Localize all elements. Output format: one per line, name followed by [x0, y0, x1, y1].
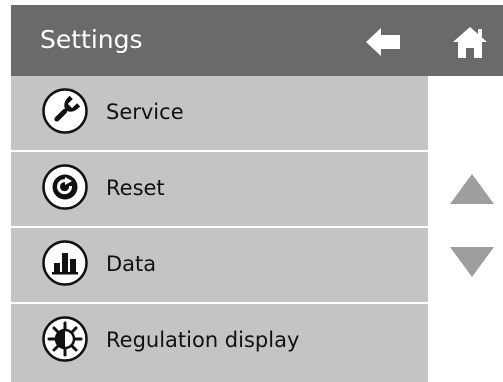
menu-item-service[interactable]: Service	[11, 76, 428, 152]
menu-item-regulation-display[interactable]: Regulation display	[11, 304, 428, 382]
header-bar: Settings	[11, 5, 503, 76]
page-title: Settings	[40, 25, 143, 54]
menu-item-label: Service	[106, 100, 184, 124]
triangle-down-icon	[450, 247, 494, 277]
home-icon	[453, 27, 487, 58]
menu-item-label: Regulation display	[106, 328, 300, 352]
back-button[interactable]	[363, 25, 403, 59]
scroll-down-button[interactable]	[449, 245, 495, 279]
reset-icon	[42, 164, 88, 210]
menu-item-label: Data	[106, 252, 157, 276]
menu-item-data[interactable]: Data	[11, 228, 428, 304]
home-button[interactable]	[450, 25, 490, 59]
arrow-left-icon	[366, 28, 400, 56]
menu-item-label: Reset	[106, 176, 165, 200]
triangle-up-icon	[450, 174, 494, 204]
settings-menu: Service Reset Data Regulation display	[11, 76, 428, 382]
bar-chart-icon	[42, 240, 88, 286]
menu-item-reset[interactable]: Reset	[11, 152, 428, 228]
regulation-icon	[42, 316, 88, 362]
wrench-icon	[42, 88, 88, 134]
scroll-up-button[interactable]	[449, 172, 495, 206]
